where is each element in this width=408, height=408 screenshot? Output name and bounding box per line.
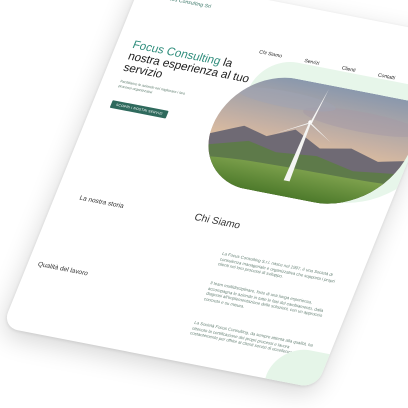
quality-label: Qualità del lavoro	[36, 261, 89, 278]
site-logo[interactable]: Focus Consulting Srl	[147, 0, 212, 11]
about-section-title: Chi Siamo	[192, 212, 242, 232]
discover-services-button[interactable]: SCOPRI I NOSTRI SERVIZI	[109, 100, 170, 119]
nav-item-chi-siamo[interactable]: Chi Siamo	[258, 49, 283, 59]
logo-mark-icon	[147, 0, 160, 1]
story-label: La nostra storia	[78, 194, 125, 210]
about-paragraph-2: Il team multidisciplinare, forte di una …	[203, 280, 325, 319]
logo-text: Focus Consulting Srl	[162, 0, 212, 10]
website-page: Focus Consulting Srl Chi Siamo Servizi C…	[1, 0, 408, 389]
screenshot-stage: Focus Consulting Srl Chi Siamo Servizi C…	[0, 0, 408, 408]
